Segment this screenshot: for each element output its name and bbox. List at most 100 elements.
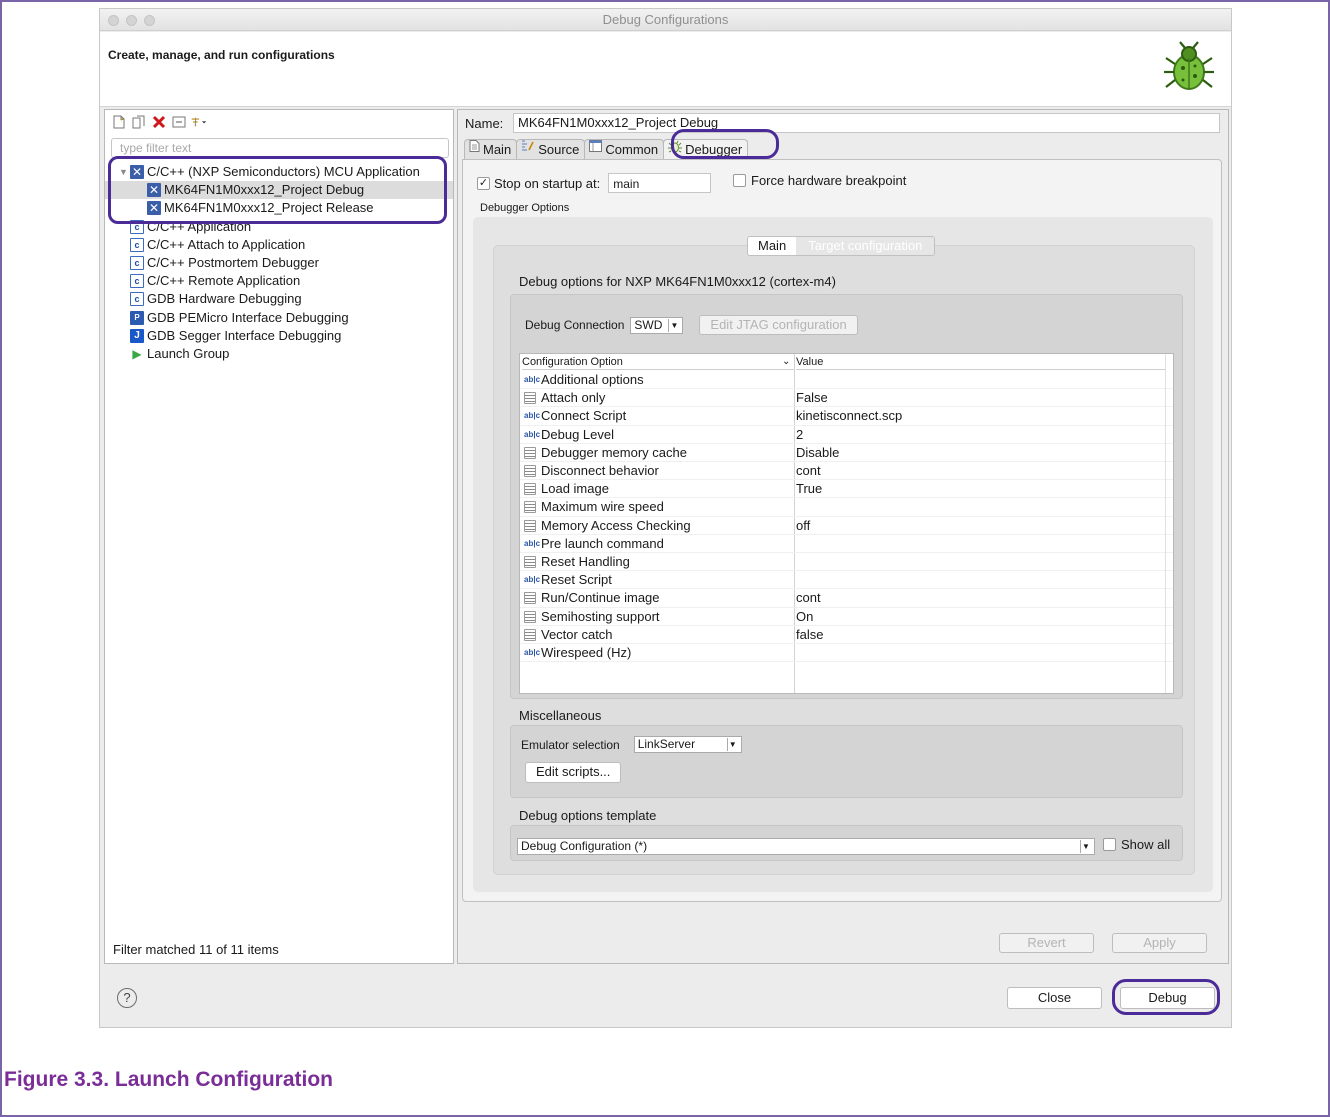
row-option: Run/Continue image	[541, 590, 660, 606]
tree-item-postmortem-debugger[interactable]: c C/C++ Postmortem Debugger	[105, 254, 453, 272]
table-row[interactable]: ab|c Debug Level 2	[520, 426, 1173, 444]
template-select[interactable]: Debug Configuration (*) ▼	[517, 838, 1095, 855]
table-row[interactable]: Debugger memory cache Disable	[520, 444, 1173, 462]
apply-button[interactable]: Apply	[1112, 933, 1207, 953]
row-option: Maximum wire speed	[541, 499, 664, 515]
force-hw-breakpoint-label: Force hardware breakpoint	[751, 173, 907, 188]
table-header-value[interactable]: Value	[796, 354, 1166, 370]
tab-source[interactable]: Source	[516, 139, 586, 159]
row-value[interactable]: 2	[796, 426, 803, 444]
row-value[interactable]: False	[796, 389, 828, 407]
show-all-row: Show all	[1103, 837, 1170, 852]
table-row[interactable]: Vector catch false	[520, 626, 1173, 644]
row-value[interactable]: off	[796, 517, 810, 535]
emulator-select[interactable]: LinkServer ▼	[633, 736, 742, 753]
table-row[interactable]: ab|c Pre launch command	[520, 535, 1173, 553]
zoom-window-dot[interactable]	[144, 15, 155, 26]
tree-item-attach-application[interactable]: c C/C++ Attach to Application	[105, 236, 453, 254]
stop-on-startup-input[interactable]: main	[608, 173, 712, 193]
subtab-target-configuration[interactable]: Target configuration	[796, 237, 935, 255]
new-config-icon[interactable]: +	[111, 114, 127, 130]
source-icon	[521, 140, 535, 159]
dropdown-arrow-icon: ▼	[1080, 840, 1091, 853]
tree-item-remote-application[interactable]: c C/C++ Remote Application	[105, 272, 453, 290]
table-row[interactable]: Reset Handling	[520, 553, 1173, 572]
help-icon[interactable]: ?	[117, 988, 137, 1008]
table-row[interactable]: Attach only False	[520, 389, 1173, 408]
row-option: Wirespeed (Hz)	[541, 645, 632, 660]
tab-debugger[interactable]: Debugger	[663, 139, 749, 159]
tab-main[interactable]: Main	[464, 139, 518, 159]
tree-item-project-debug[interactable]: ✕ MK64FN1M0xxx12_Project Debug	[105, 181, 453, 200]
table-scrollbar[interactable]	[1165, 354, 1173, 693]
table-row[interactable]: Disconnect behavior cont	[520, 462, 1173, 481]
collapse-all-icon[interactable]	[171, 114, 187, 130]
svg-text:+: +	[120, 118, 124, 124]
minimize-window-dot[interactable]	[126, 15, 137, 26]
row-value[interactable]: kinetisconnect.scp	[796, 407, 902, 425]
close-window-dot[interactable]	[108, 15, 119, 26]
common-icon	[589, 140, 603, 159]
filter-input[interactable]	[111, 138, 449, 158]
row-option: Load image	[541, 481, 609, 497]
row-value[interactable]: false	[796, 626, 823, 644]
template-title: Debug options template	[519, 808, 657, 823]
text-field-icon: ab|c	[524, 538, 541, 548]
row-value[interactable]: Disable	[796, 444, 839, 462]
tree-item-gdb-hardware[interactable]: c GDB Hardware Debugging	[105, 290, 453, 308]
list-field-icon	[524, 392, 536, 405]
force-hw-breakpoint-checkbox[interactable]	[733, 174, 746, 187]
c-app-icon: c	[130, 237, 144, 252]
row-option: Debug Level	[541, 426, 614, 442]
document-icon	[469, 140, 480, 159]
table-row[interactable]: Maximum wire speed	[520, 498, 1173, 517]
tree-item-gdb-pemicro[interactable]: P GDB PEMicro Interface Debugging	[105, 309, 453, 327]
row-value[interactable]: cont	[796, 462, 821, 480]
table-row[interactable]: Memory Access Checking off	[520, 517, 1173, 535]
table-row[interactable]: ab|c Additional options	[520, 371, 1173, 390]
row-value[interactable]: On	[796, 608, 813, 626]
list-field-icon	[524, 519, 536, 532]
mcu-config-icon: ✕	[147, 201, 161, 216]
subtab-main[interactable]: Main	[748, 237, 797, 255]
tree-item-launch-group[interactable]: ▶ Launch Group	[105, 345, 453, 363]
tree-item-cpp-application[interactable]: c C/C++ Application	[105, 218, 453, 236]
row-value[interactable]: True	[796, 480, 822, 498]
expand-triangle-icon[interactable]: ▼	[119, 163, 128, 181]
tree-item-mcu-application[interactable]: ▼ ✕ C/C++ (NXP Semiconductors) MCU Appli…	[105, 163, 453, 181]
figure-caption: Figure 3.3. Launch Configuration	[4, 1068, 334, 1091]
close-button[interactable]: Close	[1007, 987, 1102, 1009]
table-row[interactable]: ab|c Connect Script kinetisconnect.scp	[520, 407, 1173, 426]
debug-connection-select[interactable]: SWD ▼	[630, 316, 684, 334]
sort-chevron-icon[interactable]: ⌄	[782, 354, 792, 370]
bug-icon	[1164, 41, 1214, 90]
debug-configurations-window: Debug Configurations Create, manage, and…	[99, 8, 1232, 1028]
debug-button[interactable]: Debug	[1120, 987, 1215, 1009]
table-header-option[interactable]: Configuration Option	[522, 354, 794, 370]
revert-button[interactable]: Revert	[999, 933, 1094, 953]
edit-scripts-button[interactable]: Edit scripts...	[525, 762, 622, 783]
stop-on-startup-checkbox[interactable]: ✓	[477, 176, 490, 190]
show-all-checkbox[interactable]	[1103, 838, 1116, 851]
tab-common[interactable]: Common	[584, 139, 665, 159]
tree-item-gdb-segger[interactable]: J GDB Segger Interface Debugging	[105, 327, 453, 345]
row-value[interactable]: cont	[796, 589, 821, 607]
edit-jtag-button[interactable]: Edit JTAG configuration	[699, 315, 858, 335]
row-option: Disconnect behavior	[541, 463, 659, 478]
filter-menu-icon[interactable]	[191, 114, 207, 130]
list-field-icon	[524, 483, 536, 496]
table-row[interactable]: ab|c Reset Script	[520, 571, 1173, 590]
table-row[interactable]: Load image True	[520, 480, 1173, 499]
misc-title: Miscellaneous	[519, 708, 602, 723]
text-field-icon: ab|c	[524, 411, 541, 421]
window-titlebar: Debug Configurations	[100, 9, 1231, 31]
tree-item-project-release[interactable]: ✕ MK64FN1M0xxx12_Project Release	[105, 199, 453, 217]
duplicate-config-icon[interactable]	[131, 114, 147, 130]
table-row[interactable]: ab|c Wirespeed (Hz)	[520, 644, 1173, 663]
table-row[interactable]: Run/Continue image cont	[520, 589, 1173, 608]
name-input[interactable]: MK64FN1M0xxx12_Project Debug	[513, 113, 1220, 133]
table-row[interactable]: Semihosting support On	[520, 608, 1173, 626]
delete-config-icon[interactable]	[151, 114, 167, 130]
emulator-row: Emulator selection LinkServer ▼	[521, 736, 742, 753]
list-field-icon	[524, 610, 536, 623]
